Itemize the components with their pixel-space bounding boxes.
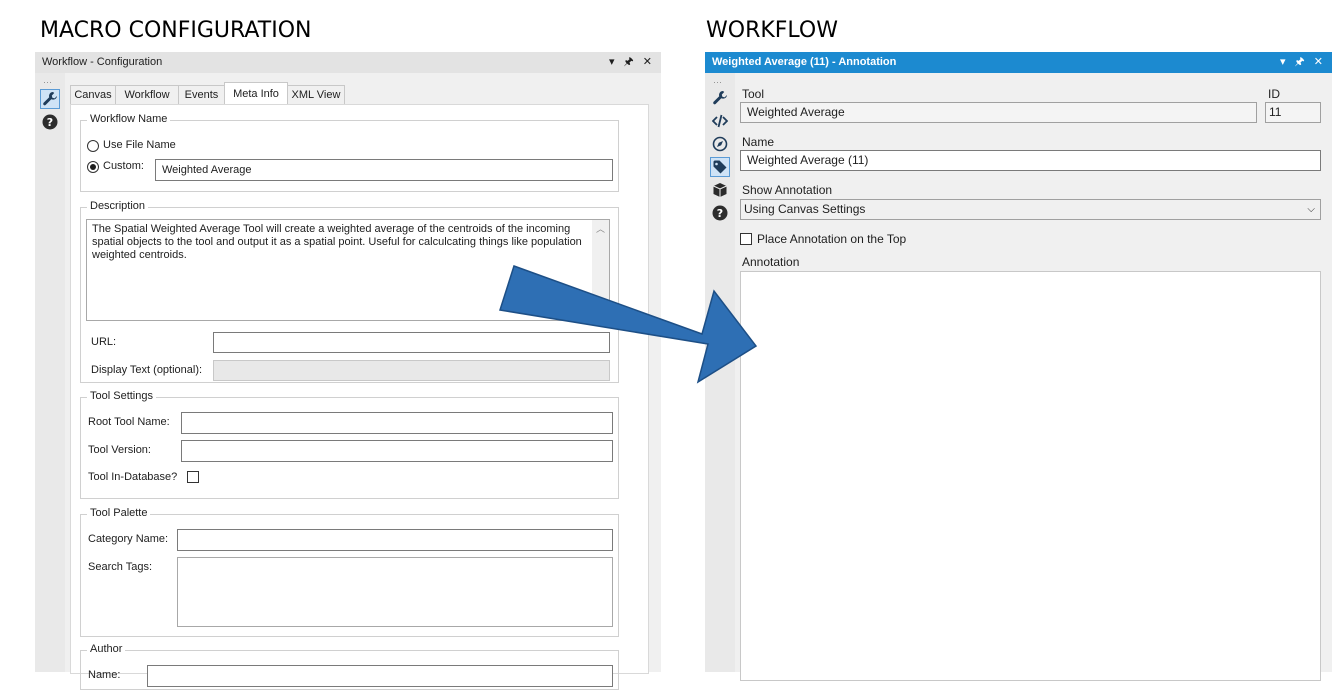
chevron-down-icon: ⌵ bbox=[1307, 204, 1315, 215]
root-tool-name-input[interactable] bbox=[181, 412, 613, 434]
tag-icon[interactable] bbox=[710, 157, 730, 177]
search-tags-textarea[interactable] bbox=[177, 557, 613, 627]
root-tool-name-label: Root Tool Name: bbox=[88, 416, 170, 428]
window-controls-icon[interactable]: ▾ 🖈 ✕ bbox=[1280, 52, 1326, 73]
url-label: URL: bbox=[91, 336, 117, 348]
scroll-up-icon[interactable]: ︿ bbox=[596, 223, 605, 236]
author-legend: Author bbox=[87, 643, 126, 655]
search-tags-label: Search Tags: bbox=[88, 561, 153, 573]
id-input[interactable]: 11 bbox=[1265, 102, 1321, 123]
show-annotation-select[interactable]: Using Canvas Settings ⌵ bbox=[740, 199, 1321, 220]
category-name-input[interactable] bbox=[177, 529, 613, 551]
configuration-sidebar: ··· ? bbox=[35, 73, 65, 672]
tool-version-label: Tool Version: bbox=[88, 444, 151, 456]
description-text: The Spatial Weighted Average Tool will c… bbox=[92, 223, 582, 261]
tool-settings-group: Tool Settings Root Tool Name: Tool Versi… bbox=[80, 390, 619, 499]
configuration-title-bar: Workflow - Configuration ▾ 🖈 ✕ bbox=[35, 52, 661, 73]
tab-canvas[interactable]: Canvas bbox=[70, 85, 116, 104]
grip-icon: ··· bbox=[713, 77, 722, 87]
help-icon[interactable]: ? bbox=[710, 203, 730, 223]
tab-events[interactable]: Events bbox=[178, 85, 225, 104]
display-text-label: Display Text (optional): bbox=[91, 364, 203, 376]
window-controls-icon[interactable]: ▾ 🖈 ✕ bbox=[609, 52, 655, 73]
author-name-input[interactable] bbox=[147, 665, 613, 687]
wrench-icon[interactable] bbox=[40, 89, 60, 109]
help-icon[interactable]: ? bbox=[40, 112, 60, 132]
workflow-name-legend: Workflow Name bbox=[87, 113, 171, 125]
tab-meta-info[interactable]: Meta Info bbox=[224, 82, 288, 104]
annotation-title: Weighted Average (11) - Annotation bbox=[712, 56, 897, 68]
use-file-name-label: Use File Name bbox=[103, 139, 176, 151]
tool-palette-legend: Tool Palette bbox=[87, 507, 151, 519]
place-on-top-label: Place Annotation on the Top bbox=[757, 232, 907, 246]
author-group: Author Name: bbox=[80, 643, 619, 690]
use-file-name-radio[interactable] bbox=[87, 140, 99, 152]
category-name-label: Category Name: bbox=[88, 533, 169, 545]
grip-icon: ··· bbox=[43, 77, 52, 87]
meta-info-content: Workflow Name Use File Name Custom: Weig… bbox=[70, 104, 649, 690]
box-icon[interactable] bbox=[710, 180, 730, 200]
annotation-title-bar: Weighted Average (11) - Annotation ▾ 🖈 ✕ bbox=[705, 52, 1332, 73]
workflow-name-group: Workflow Name Use File Name Custom: Weig… bbox=[80, 113, 619, 192]
annotation-panel: Weighted Average (11) - Annotation ▾ 🖈 ✕… bbox=[705, 52, 1332, 681]
tool-input[interactable]: Weighted Average bbox=[740, 102, 1257, 123]
in-database-label: Tool In-Database? bbox=[88, 471, 178, 483]
arrow-shape bbox=[499, 265, 758, 384]
id-label: ID bbox=[1268, 87, 1280, 101]
show-annotation-value: Using Canvas Settings bbox=[744, 202, 866, 216]
tool-palette-group: Tool Palette Category Name: Search Tags: bbox=[80, 507, 619, 637]
author-name-label: Name: bbox=[88, 669, 121, 681]
tab-xml-view[interactable]: XML View bbox=[287, 85, 345, 104]
code-icon[interactable] bbox=[710, 111, 730, 131]
configuration-tabs: Canvas Workflow Events Meta Info XML Vie… bbox=[70, 82, 390, 104]
name-label: Name bbox=[742, 135, 775, 149]
arrow-right-icon bbox=[499, 265, 758, 384]
configuration-title: Workflow - Configuration bbox=[42, 56, 163, 68]
svg-text:?: ? bbox=[47, 116, 53, 129]
tool-settings-legend: Tool Settings bbox=[87, 390, 156, 402]
annotation-textarea[interactable] bbox=[740, 271, 1321, 681]
custom-name-input[interactable]: Weighted Average bbox=[155, 159, 613, 181]
tool-version-input[interactable] bbox=[181, 440, 613, 462]
svg-text:?: ? bbox=[717, 207, 723, 220]
compass-icon[interactable] bbox=[710, 134, 730, 154]
macro-configuration-heading: MACRO CONFIGURATION bbox=[40, 18, 312, 43]
place-on-top-checkbox[interactable] bbox=[740, 233, 752, 245]
name-input[interactable]: Weighted Average (11) bbox=[740, 150, 1321, 171]
tool-label: Tool bbox=[742, 87, 765, 101]
custom-label: Custom: bbox=[103, 160, 144, 172]
workflow-heading: WORKFLOW bbox=[706, 18, 838, 43]
description-legend: Description bbox=[87, 200, 149, 212]
tab-workflow[interactable]: Workflow bbox=[115, 85, 179, 104]
in-database-checkbox[interactable] bbox=[187, 471, 199, 483]
show-annotation-label: Show Annotation bbox=[742, 183, 833, 197]
custom-radio[interactable] bbox=[87, 161, 99, 173]
wrench-icon[interactable] bbox=[710, 88, 730, 108]
